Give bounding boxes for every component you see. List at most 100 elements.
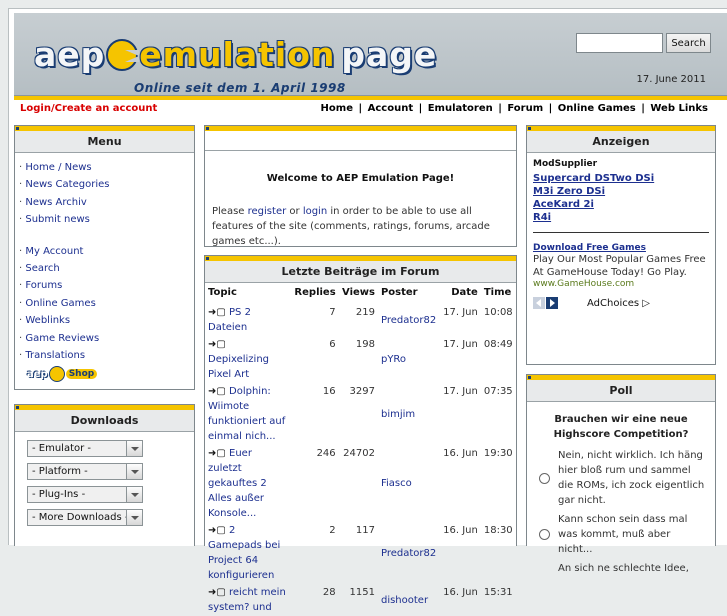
topic-arrow-icon: ➜▢	[208, 386, 226, 397]
menu-item-forums[interactable]: · Forums	[19, 277, 190, 294]
radio-button[interactable]	[539, 472, 550, 484]
post-date: 17. Jun	[443, 339, 478, 350]
menu-item-news-archiv[interactable]: · News Archiv	[19, 194, 190, 211]
menu-item-my-account[interactable]: · My Account	[19, 243, 190, 260]
site-logo[interactable]: aep emulation page	[34, 37, 437, 79]
ads-content: ModSupplier Supercard DSTwo DSi M3i Zero…	[527, 153, 715, 313]
post-time: 18:30	[483, 525, 513, 536]
ad-link-m3i[interactable]: M3i Zero DSi	[533, 185, 709, 198]
platform-select[interactable]: - Platform -	[27, 463, 143, 480]
ad-link-acekard[interactable]: AceKard 2i	[533, 198, 709, 211]
current-date: 17. June 2011	[636, 74, 707, 85]
arrow-left-icon[interactable]	[533, 297, 545, 309]
nav-forum[interactable]: Forum	[507, 103, 543, 114]
register-link[interactable]: register	[248, 206, 287, 217]
more-downloads-select[interactable]: - More Downloads -	[27, 509, 143, 526]
post-date: 16. Jun	[443, 587, 478, 598]
menu-item-online-games[interactable]: · Online Games	[19, 295, 190, 312]
logo-aep: aep	[34, 35, 106, 74]
col-time: Time	[483, 287, 512, 298]
ad-link-supercard[interactable]: Supercard DSTwo DSi	[533, 172, 709, 185]
topic-link[interactable]: ➜▢ Euer zuletzt gekauftes 2 Alles außer …	[205, 445, 291, 522]
emulator-select[interactable]: - Emulator -	[27, 440, 143, 457]
arrow-right-icon[interactable]	[546, 297, 558, 309]
topic-link[interactable]: ➜▢ reicht mein system? und	[205, 584, 291, 616]
views-count: 24702	[343, 448, 375, 459]
plugins-select[interactable]: - Plug-Ins -	[27, 486, 143, 503]
nav-separator: |	[548, 103, 553, 114]
poll-option[interactable]: An sich ne schlechte Idee,	[527, 561, 715, 576]
table-row: ➜▢ PS 2 Dateien 7 219 Predator82 17. Jun…	[205, 304, 516, 336]
ad-promo-title[interactable]: Download Free Games	[533, 243, 709, 253]
adchoices-label[interactable]: AdChoices ▷	[587, 298, 650, 309]
ads-box: Anzeigen ModSupplier Supercard DSTwo DSi…	[526, 125, 716, 365]
views-count: 219	[355, 307, 375, 318]
nav-online-games[interactable]: Online Games	[558, 103, 636, 114]
poll-option-label: An sich ne schlechte Idee,	[558, 563, 689, 574]
topic-arrow-icon: ➜▢	[208, 339, 226, 350]
menu-box: Menu · Home / News · News Categories · N…	[14, 125, 195, 390]
menu-item-translations[interactable]: · Translations	[19, 347, 190, 364]
poster-link[interactable]: pYRo	[378, 336, 440, 383]
login-link[interactable]: login	[303, 206, 327, 217]
nav-separator: |	[641, 103, 645, 114]
nav-account[interactable]: Account	[368, 103, 413, 114]
forum-title: Letzte Beiträge im Forum	[205, 261, 516, 283]
nav-web-links[interactable]: Web Links	[650, 103, 708, 114]
chevron-down-icon	[126, 464, 142, 479]
topic-link[interactable]: ➜▢ PS 2 Dateien	[205, 304, 291, 336]
topic-arrow-icon: ➜▢	[208, 587, 226, 598]
table-row: ➜▢ reicht mein system? und 28 1151 disho…	[205, 584, 516, 616]
post-date: 16. Jun	[443, 525, 478, 536]
box-stripe	[527, 375, 715, 380]
menu-item-game-reviews[interactable]: · Game Reviews	[19, 330, 190, 347]
nav-separator: |	[498, 103, 502, 114]
tagline: Online seit dem 1. April 1998	[134, 81, 346, 95]
nav-emulatoren[interactable]: Emulatoren	[428, 103, 493, 114]
nav-home[interactable]: Home	[321, 103, 353, 114]
views-count: 117	[355, 525, 375, 536]
post-time: 19:30	[483, 448, 513, 459]
logo-page: page	[341, 35, 438, 74]
menu-item-weblinks[interactable]: · Weblinks	[19, 312, 190, 329]
topic-link[interactable]: ➜▢ Depixelizing Pixel Art	[205, 336, 291, 383]
topic-link[interactable]: ➜▢ Dolphin: Wiimote funktioniert auf ein…	[205, 383, 291, 445]
col-poster: Poster	[380, 287, 418, 298]
nav-separator: |	[418, 103, 423, 114]
logo-emulation: emulation	[139, 35, 336, 74]
replies-count: 7	[329, 307, 336, 318]
replies-count: 6	[329, 339, 336, 350]
topic-arrow-icon: ➜▢	[208, 307, 226, 318]
search-input[interactable]	[576, 33, 663, 53]
ad-link-r4i[interactable]: R4i	[533, 211, 709, 224]
post-date: 16. Jun	[443, 448, 478, 459]
poll-option[interactable]: Kann schon sein dass mal was kommt, muß …	[527, 512, 715, 557]
poll-box: Poll Brauchen wir eine neue Highscore Co…	[526, 374, 716, 574]
menu-item-news-categories[interactable]: · News Categories	[19, 176, 190, 193]
poster-link[interactable]: Fiasco	[378, 445, 440, 522]
topic-link[interactable]: ➜▢ 2 Gamepads bei Project 64 konfigurier…	[205, 522, 291, 584]
menu-item-home-news[interactable]: · Home / News	[19, 159, 190, 176]
replies-count: 246	[316, 448, 336, 459]
post-time: 07:35	[483, 386, 513, 397]
forum-table: Topic Replies Views Poster Date Time ➜▢ …	[205, 283, 516, 616]
poster-link[interactable]: bimjim	[378, 383, 440, 445]
box-stripe	[527, 126, 715, 131]
views-count: 3297	[349, 386, 375, 397]
post-date: 17. Jun	[443, 386, 478, 397]
menu-item-submit-news[interactable]: · Submit news	[19, 211, 190, 228]
box-stripe	[205, 126, 516, 131]
aep-shop-logo[interactable]: aep Shop	[27, 366, 190, 383]
ad-promo-url[interactable]: www.GameHouse.com	[533, 279, 709, 289]
poll-option[interactable]: Nein, nicht wirklich. Ich häng hier bloß…	[527, 448, 715, 508]
menu-item-search[interactable]: · Search	[19, 260, 190, 277]
radio-button[interactable]	[539, 529, 550, 540]
replies-count: 28	[322, 587, 336, 598]
post-date: 17. Jun	[443, 307, 478, 318]
login-create-account-link[interactable]: Login/Create an account	[20, 103, 157, 114]
poster-link[interactable]: Predator82	[378, 522, 440, 584]
poll-title: Poll	[527, 380, 715, 402]
search-button[interactable]: Search	[666, 33, 711, 53]
poster-link[interactable]: Predator82	[378, 304, 440, 336]
poster-link[interactable]: dishooter	[378, 584, 440, 616]
